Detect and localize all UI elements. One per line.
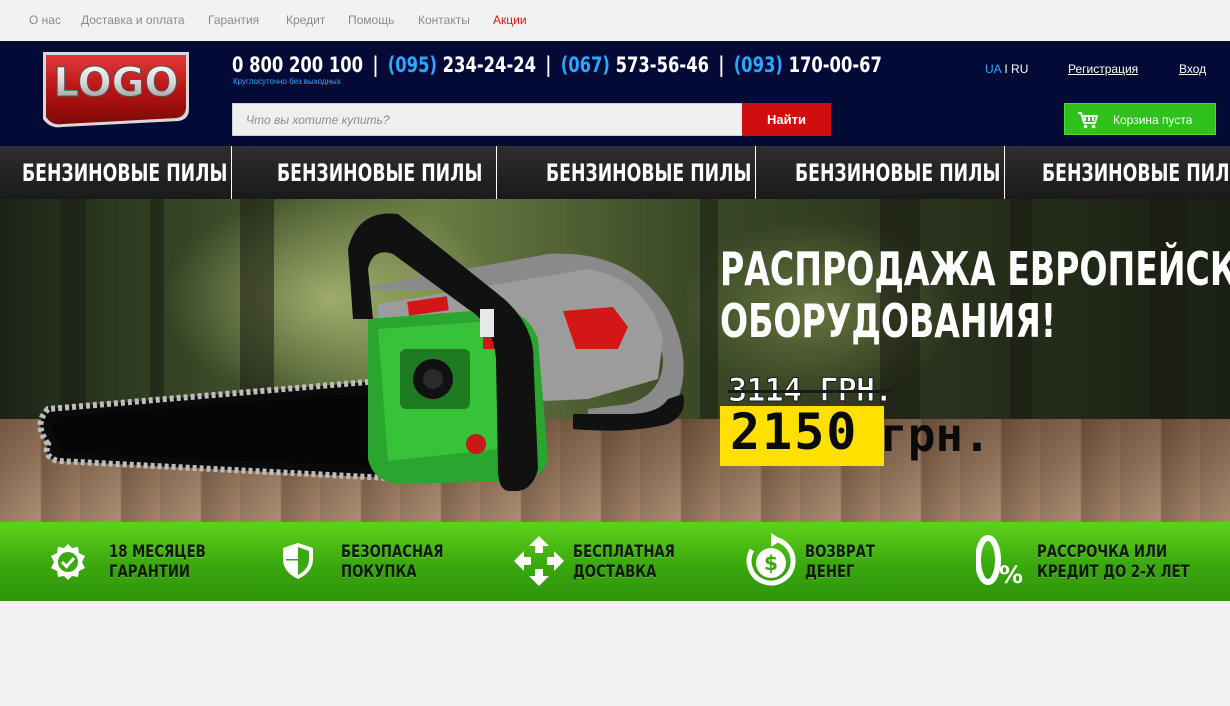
feature-line2: ДЕНЕГ [805,562,855,582]
category-label: БЕНЗИНОВЫЕ ПИЛЫ [277,159,483,187]
logo-text: LOGO [54,60,179,106]
feature-line1: БЕЗОПАСНАЯ [341,542,444,562]
cart-icon [1077,111,1099,132]
svg-text:$: $ [764,551,778,575]
banner-title-line1: РАСПРОДАЖА ЕВРОПЕЙСКОГО [720,242,1230,296]
phone-code-067: (067) [560,53,610,77]
logo[interactable]: LOGO [40,49,192,132]
search-input[interactable] [232,103,743,136]
cart-label: Корзина пуста [1113,113,1193,127]
feature-line1: БЕСПЛАТНАЯ [573,542,675,562]
feature-line2: ГАРАНТИИ [109,562,191,582]
svg-text:%: % [999,561,1022,585]
category-label: БЕНЗИНОВЫЕ ПИЛЫ [795,159,1001,187]
hours-note: Круглосуточно без выходных [233,77,341,86]
new-price: 2150 [730,403,859,461]
zero-percent-icon: % [975,535,1023,590]
phone-code-095: (095) [387,53,437,77]
nav-link-promotions[interactable]: Акции [493,13,527,27]
feature-line1: РАССРОЧКА ИЛИ [1037,542,1168,562]
category-item[interactable]: БЕНЗИНОВЫЕ ПИЛЫ [756,146,1005,199]
phone-093[interactable]: 170-00-67 [789,53,882,77]
nav-link-delivery[interactable]: Доставка и оплата [81,13,185,27]
feature-warranty: 18 МЕСЯЦЕВ ГАРАНТИИ [0,522,240,601]
banner-title-line2: ОБОРУДОВАНИЯ! [720,294,1056,348]
feature-line2: ПОКУПКА [341,562,417,582]
feature-line1: ВОЗВРАТ [805,542,875,562]
category-label: БЕНЗИНОВЫЕ ПИЛЫ [1042,159,1230,187]
phone-separator: | [718,53,725,77]
delivery-arrows-icon [513,535,565,592]
phone-numbers: 0 800 200 100 | (095) 234-24-24 | (067) 573-… [232,53,882,77]
language-switcher: UA I RU [985,62,1028,76]
banner-title: РАСПРОДАЖА ЕВРОПЕЙСКОГО ОБОРУДОВАНИЯ! [720,243,1230,347]
feature-free-delivery: БЕСПЛАТНАЯ ДОСТАВКА [472,522,704,601]
shield-icon [281,542,315,585]
phone-code-093: (093) [733,53,783,77]
phone-separator: | [372,53,379,77]
feature-installment: % РАССРОЧКА ИЛИ КРЕДИТ ДО 2-Х ЛЕТ [936,522,1230,601]
top-navigation: О нас Доставка и оплата Гарантия Кредит … [0,0,1230,41]
nav-link-contacts[interactable]: Контакты [418,13,470,27]
category-item[interactable]: БЕНЗИНОВЫЕ ПИЛЫ [497,146,756,199]
category-menu: БЕНЗИНОВЫЕ ПИЛЫ БЕНЗИНОВЫЕ ПИЛЫ БЕНЗИНОВ… [0,146,1230,199]
promo-banner[interactable]: РАСПРОДАЖА ЕВРОПЕЙСКОГО ОБОРУДОВАНИЯ! 31… [0,199,1230,522]
guarantee-badge-icon [48,542,88,587]
nav-link-help[interactable]: Помощь [348,13,394,27]
login-link[interactable]: Вход [1179,62,1206,76]
tree-trunk [700,199,718,421]
register-link[interactable]: Регистрация [1068,62,1138,76]
feature-safe-purchase: БЕЗОПАСНАЯ ПОКУПКА [240,522,472,601]
features-bar: 18 МЕСЯЦЕВ ГАРАНТИИ БЕЗОПАСНАЯ ПОКУПКА Б… [0,522,1230,601]
search-button[interactable]: Найти [742,103,831,136]
feature-money-back: $ ВОЗВРАТ ДЕНЕГ [704,522,936,601]
money-back-icon: $ [744,533,798,594]
nav-link-credit[interactable]: Кредит [286,13,325,27]
phone-095[interactable]: 234-24-24 [443,53,536,77]
chainsaw-image [28,199,698,504]
phone-067[interactable]: 573-56-46 [616,53,709,77]
feature-line2: КРЕДИТ ДО 2-Х ЛЕТ [1037,562,1190,582]
price-currency: грн. [880,408,991,462]
feature-line1: 18 МЕСЯЦЕВ [109,542,206,562]
lang-separator: I [1004,62,1008,76]
site-header: LOGO 0 800 200 100 | (095) 234-24-24 | (067)… [0,41,1230,146]
category-item[interactable]: БЕНЗИНОВЫЕ ПИЛЫ [1005,146,1230,199]
category-label: БЕНЗИНОВЫЕ ПИЛЫ [22,159,228,187]
category-label: БЕНЗИНОВЫЕ ПИЛЫ [546,159,752,187]
phone-free[interactable]: 0 800 200 100 [232,53,363,77]
phone-separator: | [545,53,552,77]
lang-ru[interactable]: RU [1011,62,1028,76]
cart-button[interactable]: Корзина пуста [1064,103,1216,135]
category-item[interactable]: БЕНЗИНОВЫЕ ПИЛЫ [0,146,232,199]
nav-link-warranty[interactable]: Гарантия [208,13,259,27]
category-item[interactable]: БЕНЗИНОВЫЕ ПИЛЫ [232,146,497,199]
feature-line2: ДОСТАВКА [573,562,657,582]
nav-link-about[interactable]: О нас [29,13,61,27]
lang-ua[interactable]: UA [985,62,1001,76]
